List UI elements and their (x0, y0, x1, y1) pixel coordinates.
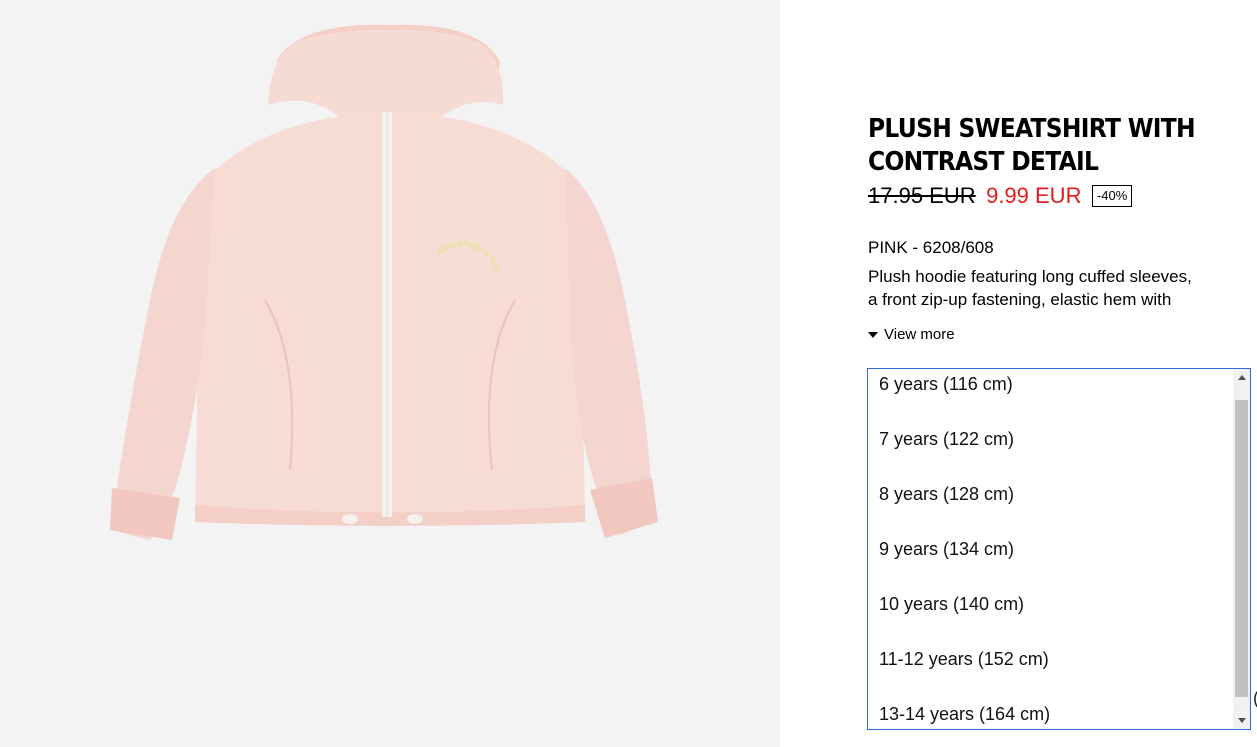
size-option[interactable]: 11-12 years (152 cm) (868, 644, 1233, 699)
product-description: Plush hoodie featuring long cuffed sleev… (868, 265, 1257, 311)
product-image[interactable]: ADVENTURE IS OUT THERE (0, 0, 780, 747)
size-option[interactable]: 7 years (122 cm) (868, 424, 1233, 479)
arrow-down-icon (1237, 718, 1246, 723)
view-more-toggle[interactable]: View more (868, 326, 955, 343)
description-line: Plush hoodie featuring long cuffed sleev… (868, 267, 1192, 286)
scroll-down-button[interactable] (1233, 712, 1250, 729)
caret-down-icon (868, 331, 878, 338)
scrollbar[interactable] (1233, 369, 1250, 729)
arrow-up-icon (1237, 375, 1246, 380)
view-more-label: View more (884, 326, 955, 343)
size-option[interactable]: 9 years (134 cm) (868, 534, 1233, 589)
scroll-thumb[interactable] (1235, 400, 1248, 697)
original-price: 17.95 EUR (868, 183, 976, 208)
description-line: a front zip-up fastening, elastic hem wi… (868, 290, 1172, 309)
size-listbox[interactable]: 6 years (116 cm) 7 years (122 cm) 8 year… (867, 368, 1251, 730)
edge-text: ( (1253, 688, 1257, 709)
product-title: PLUSH SWEATSHIRT WITH CONTRAST DETAIL (868, 114, 1196, 177)
hoodie-illustration: ADVENTURE IS OUT THERE (0, 0, 658, 540)
size-options: 6 years (116 cm) 7 years (122 cm) 8 year… (868, 369, 1233, 729)
size-option[interactable]: 10 years (140 cm) (868, 589, 1233, 644)
size-option[interactable]: 8 years (128 cm) (868, 479, 1233, 534)
size-option[interactable]: 6 years (116 cm) (868, 369, 1233, 424)
size-option[interactable]: 13-14 years (164 cm) (868, 699, 1233, 729)
sale-price: 9.99 EUR (986, 183, 1082, 208)
scroll-up-button[interactable] (1233, 369, 1250, 386)
color-reference: PINK - 6208/608 (868, 238, 994, 257)
price-row: 17.95 EUR 9.99 EUR -40% (868, 183, 1133, 211)
discount-badge: -40% (1091, 185, 1133, 207)
